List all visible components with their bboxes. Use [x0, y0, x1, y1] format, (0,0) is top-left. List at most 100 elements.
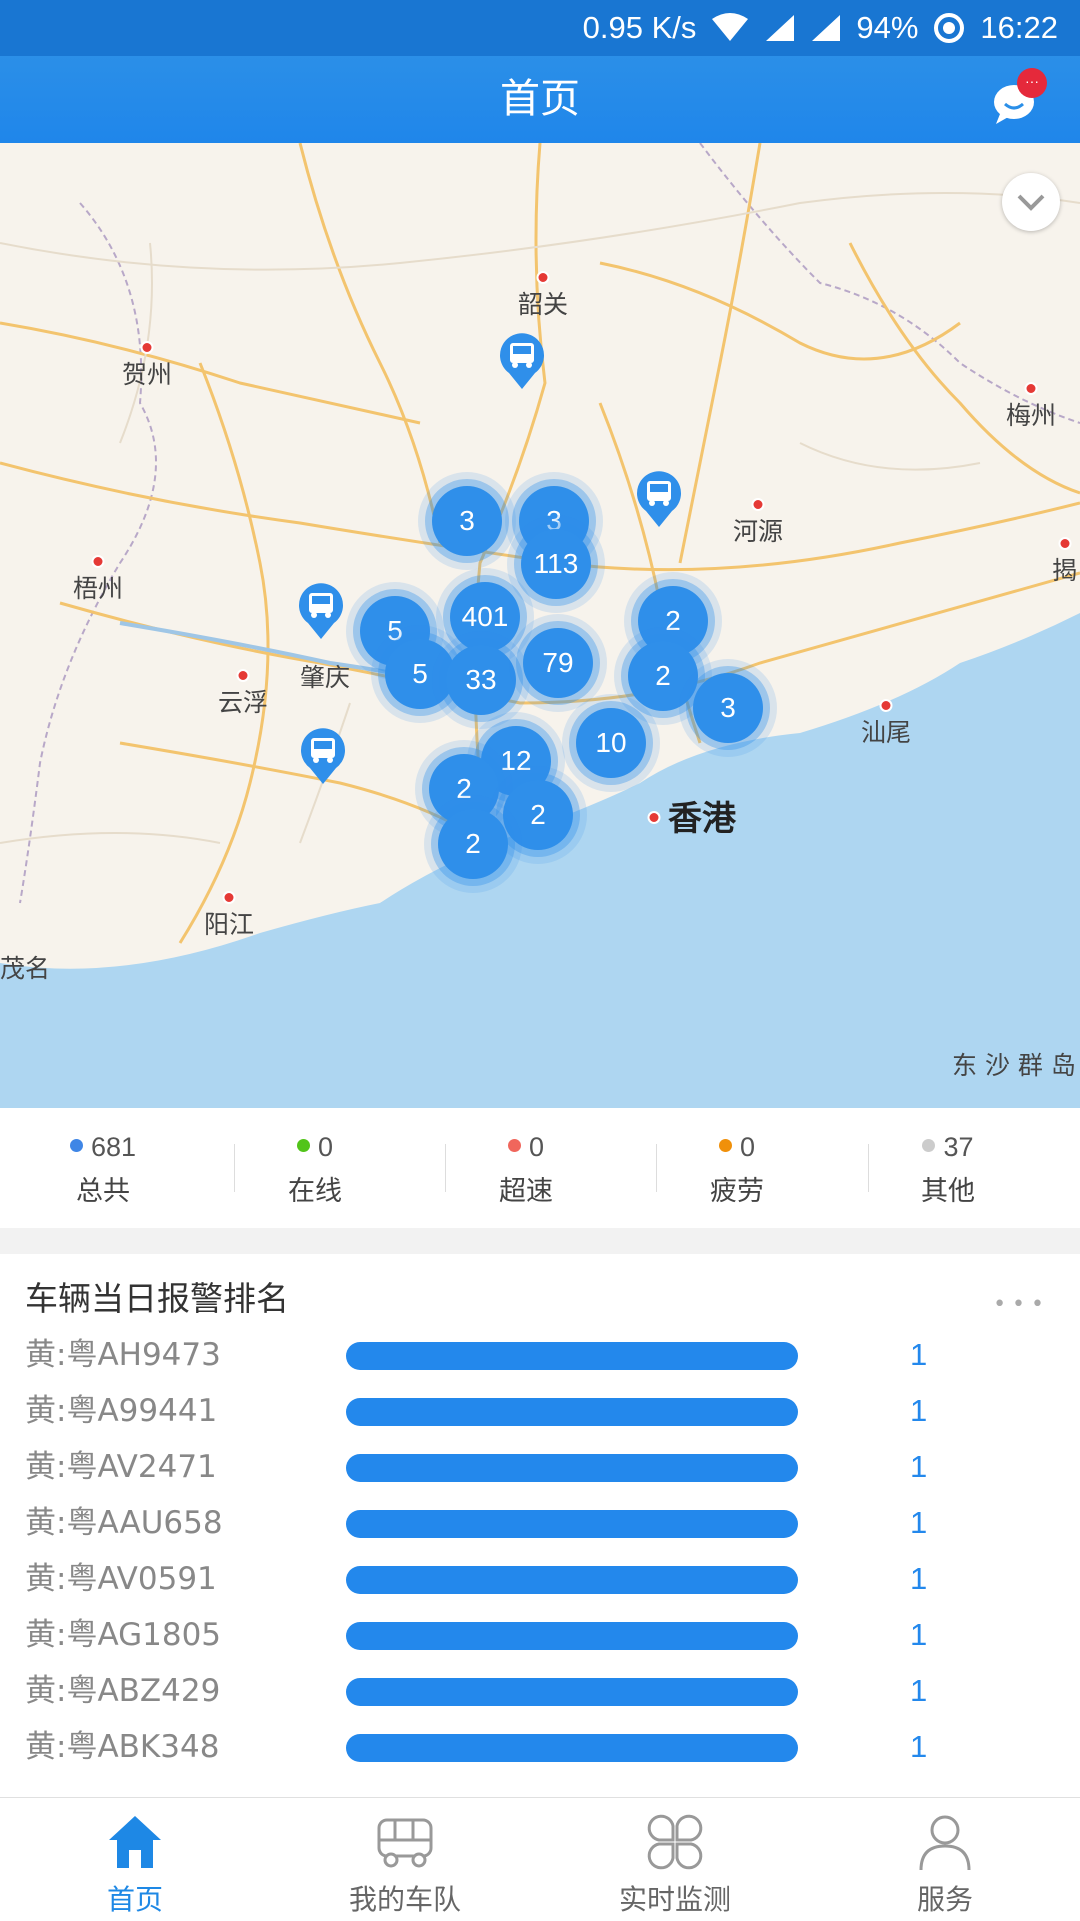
vehicle-cluster[interactable]: 2: [438, 809, 508, 879]
ranking-row[interactable]: 黄:粤AAU658 1: [0, 1503, 1080, 1543]
message-button[interactable]: ···: [988, 66, 1050, 128]
alarm-count: 1: [910, 1617, 928, 1652]
ranking-row[interactable]: 黄:粤ABK348 1: [0, 1727, 1080, 1767]
tab-home[interactable]: 首页: [0, 1798, 270, 1921]
vehicle-cluster[interactable]: 79: [523, 628, 593, 698]
alarm-count-bar: [346, 1342, 798, 1370]
ranking-row[interactable]: 黄:粤AV0591 1: [0, 1559, 1080, 1599]
vehicle-plate: 黄:粤AV2471: [25, 1449, 217, 1485]
vehicle-plate: 黄:粤A99441: [25, 1393, 218, 1429]
vehicle-plate: 黄:粤ABK348: [25, 1729, 220, 1765]
vehicle-cluster[interactable]: 33: [446, 645, 516, 715]
alarm-count-bar: [346, 1566, 798, 1594]
vehicle-cluster[interactable]: 2: [628, 641, 698, 711]
alarm-count: 1: [910, 1393, 928, 1428]
bus-marker-icon[interactable]: [499, 333, 545, 391]
chat-badge: ···: [1025, 73, 1039, 89]
city-label: 阳江: [204, 891, 254, 941]
vehicle-cluster[interactable]: 401: [450, 582, 520, 652]
signal-icon: [766, 15, 795, 41]
signal-icon-2: [812, 15, 841, 41]
city-label: 云浮: [218, 669, 268, 719]
ranking-row[interactable]: 黄:粤AH9473 1: [0, 1335, 1080, 1375]
vehicle-cluster[interactable]: 113: [521, 529, 591, 599]
status-dot: [718, 1139, 732, 1153]
clock: 16:22: [980, 10, 1058, 45]
divider: [868, 1144, 869, 1192]
vehicle-plate: 黄:粤AH9473: [25, 1337, 221, 1373]
chat-icon: ···: [994, 68, 1047, 124]
alarm-count-bar: [346, 1678, 798, 1706]
city-label: 汕尾: [861, 699, 911, 749]
vehicle-cluster[interactable]: 10: [576, 708, 646, 778]
app-header: 首页 ···: [0, 56, 1080, 143]
vehicle-plate: 黄:粤AAU658: [25, 1505, 223, 1541]
section-title: 车辆当日报警排名: [25, 1279, 289, 1318]
city-label: 肇庆: [300, 663, 351, 692]
alarm-count: 1: [910, 1673, 928, 1708]
vehicle-cluster[interactable]: 2: [503, 780, 573, 850]
alarm-count: 1: [910, 1337, 928, 1372]
bottom-tab-bar: 首页 我的车队 实时监测 服务: [0, 1797, 1080, 1921]
city-label: 揭: [1052, 537, 1077, 587]
alarm-count-bar: [346, 1734, 798, 1762]
vehicle-plate: 黄:粤ABZ429: [25, 1673, 221, 1709]
alarm-count-bar: [346, 1454, 798, 1482]
network-speed: 0.95 K/s: [582, 10, 697, 45]
page-title: 首页: [500, 76, 580, 122]
ranking-row[interactable]: 黄:粤AV2471 1: [0, 1447, 1080, 1487]
alarm-count: 1: [910, 1729, 928, 1764]
collapse-map-button[interactable]: [1002, 173, 1060, 231]
more-button[interactable]: •••: [993, 1292, 1050, 1317]
city-label: 韶关: [518, 271, 568, 321]
bus-marker-icon[interactable]: [300, 728, 346, 786]
alarm-count: 1: [910, 1561, 928, 1596]
vehicle-cluster[interactable]: 5: [385, 639, 455, 709]
city-label-hong-kong: 香港: [647, 791, 736, 840]
ranking-row[interactable]: 黄:粤ABZ429 1: [0, 1671, 1080, 1711]
battery-icon: [934, 13, 965, 43]
vehicle-plate: 黄:粤AG1805: [25, 1617, 222, 1653]
status-dot: [922, 1139, 936, 1153]
status-bar: 0.95 K/s 94% 16:22: [0, 0, 1080, 56]
stat-speeding[interactable]: 0 超速: [466, 1132, 586, 1208]
divider: [445, 1144, 446, 1192]
battery-percent: 94%: [856, 10, 919, 45]
alarm-count-bar: [346, 1510, 798, 1538]
status-dot: [296, 1139, 310, 1153]
city-label: 茂名: [0, 954, 51, 983]
status-dot: [507, 1139, 521, 1153]
city-label: 河源: [733, 498, 783, 548]
alarm-count: 1: [910, 1505, 928, 1540]
vehicle-stats: 681 总共 0 在线 0 超速 0 疲劳 37 其他: [0, 1108, 1080, 1228]
bus-marker-icon[interactable]: [298, 583, 344, 641]
tab-my-fleet[interactable]: 我的车队: [270, 1798, 540, 1921]
wifi-icon: [712, 13, 749, 41]
stat-total[interactable]: 681 总共: [43, 1132, 163, 1208]
ranking-row[interactable]: 黄:粤A99441 1: [0, 1391, 1080, 1431]
alarm-count: 1: [910, 1449, 928, 1484]
city-label: 梧州: [73, 555, 123, 605]
stat-online[interactable]: 0 在线: [255, 1132, 375, 1208]
stat-fatigue[interactable]: 0 疲劳: [677, 1132, 797, 1208]
city-label: 贺州: [122, 341, 172, 391]
alarm-count-bar: [346, 1622, 798, 1650]
user-icon: [919, 1815, 971, 1871]
divider: [656, 1144, 657, 1192]
grid-icon: [647, 1814, 703, 1870]
chevron-down-icon: [1017, 194, 1045, 211]
city-label: 东 沙 群 岛: [952, 1051, 1076, 1080]
vehicle-cluster[interactable]: 3: [432, 486, 502, 556]
status-dot: [69, 1139, 83, 1153]
alarm-ranking-panel: 车辆当日报警排名 ••• 黄:粤AH9473 1 黄:粤A99441 1 黄:粤AV24…: [0, 1254, 1080, 1797]
tab-realtime-monitor[interactable]: 实时监测: [540, 1798, 810, 1921]
city-label: 梅州: [1006, 382, 1056, 432]
vehicle-cluster[interactable]: 3: [693, 673, 763, 743]
map-view[interactable]: 韶关 贺州 梅州 河源 梧州 揭 肇庆 云浮 汕尾 阳江 茂名 香港 东 沙 群…: [0, 143, 1080, 1108]
vehicle-plate: 黄:粤AV0591: [25, 1561, 217, 1597]
stat-other[interactable]: 37 其他: [888, 1132, 1008, 1208]
bus-marker-icon[interactable]: [636, 471, 682, 529]
ranking-row[interactable]: 黄:粤AG1805 1: [0, 1615, 1080, 1655]
home-icon: [109, 1816, 161, 1868]
tab-service[interactable]: 服务: [810, 1798, 1080, 1921]
